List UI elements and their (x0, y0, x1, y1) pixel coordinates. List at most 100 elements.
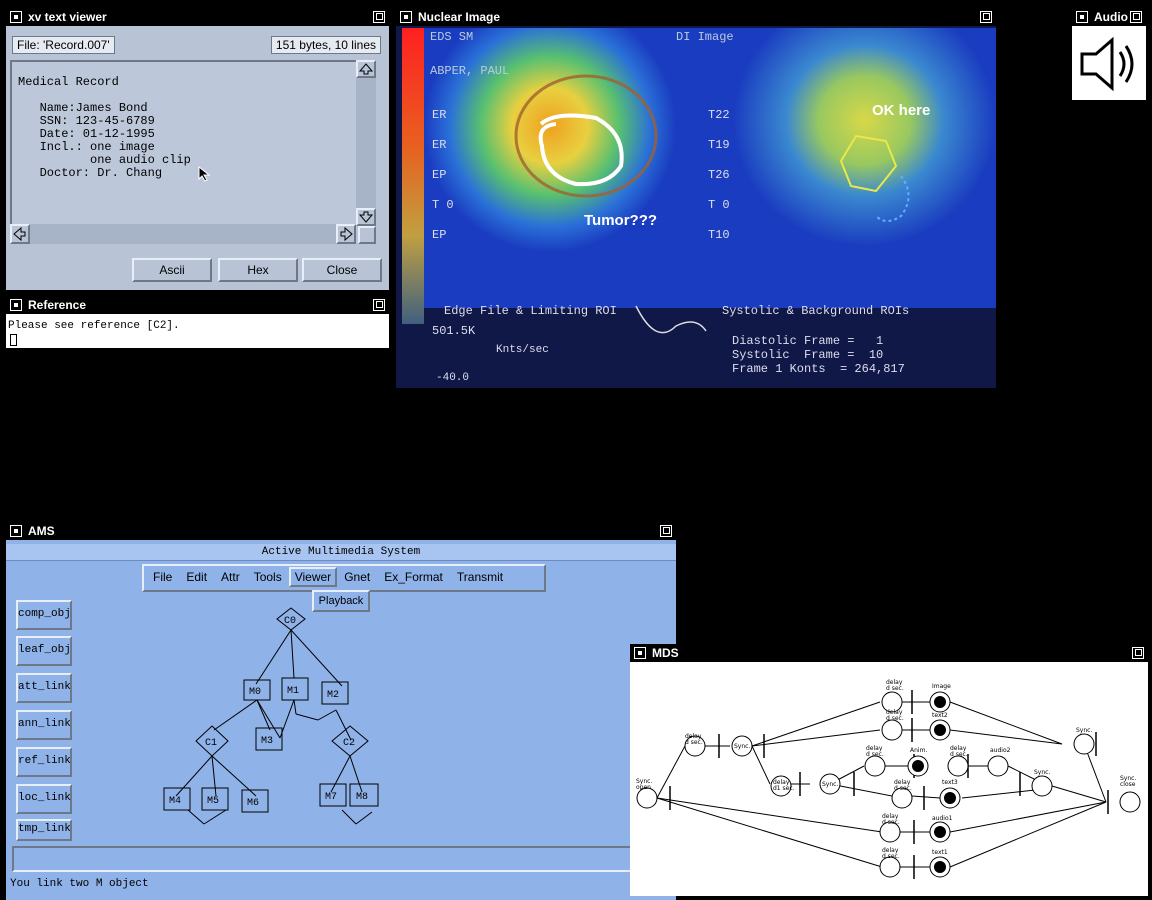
maximize-icon[interactable] (660, 525, 672, 537)
window-menu-icon[interactable] (10, 11, 22, 23)
text-line: Incl.: one image (18, 140, 155, 154)
text-viewer-titlebar[interactable]: xv text viewer (6, 8, 389, 26)
place-label: delay d sec. (882, 813, 900, 826)
ref-link-button[interactable]: ref_link (16, 747, 72, 777)
node-label: M1 (287, 686, 299, 697)
audio-window: Audio (1072, 8, 1146, 100)
leaf-obj-button[interactable]: leaf_obj (16, 636, 72, 666)
text-line: one audio clip (18, 153, 191, 167)
reference-titlebar[interactable]: Reference (6, 296, 389, 314)
ams-header: Active Multimedia System (6, 544, 676, 561)
node-label: M7 (325, 792, 337, 803)
speaker-icon[interactable] (1078, 36, 1140, 92)
loc-link-button[interactable]: loc_link (16, 784, 72, 814)
window-title: xv text viewer (28, 10, 107, 24)
scroll-left-button[interactable] (10, 224, 30, 244)
file-info-label: 151 bytes, 10 lines (270, 36, 381, 54)
vertical-scrollbar[interactable] (356, 60, 376, 226)
menu-edit[interactable]: Edit (179, 566, 214, 588)
ams-titlebar[interactable]: AMS (6, 522, 676, 540)
place-label: Sync. (1034, 769, 1050, 776)
scan-header-right: DI Image (676, 30, 734, 44)
mds-titlebar[interactable]: MDS (630, 644, 1148, 662)
place-label: audio1 (932, 815, 953, 822)
window-title: MDS (652, 646, 679, 660)
graph-canvas[interactable]: C0 M0 M1 M2 C1 M3 C2 M4 M5 M6 M7 M8 (76, 592, 636, 842)
hex-button[interactable]: Hex (218, 258, 298, 282)
file-label: File: 'Record.007' (12, 36, 115, 54)
side-label-left: EP (432, 228, 447, 242)
window-menu-icon[interactable] (634, 647, 646, 659)
nuclear-image-window: Nuclear Image Tumor??? OK here EDS SM AB… (396, 8, 996, 388)
place-label: Anim. (910, 747, 927, 754)
text-area[interactable]: Medical Record Name:James Bond SSN: 123-… (10, 60, 360, 226)
menu-gnet[interactable]: Gnet (337, 566, 377, 588)
node-label: M0 (249, 687, 261, 698)
frame-stat: Frame 1 Konts = 264,817 (732, 362, 905, 376)
comp-obj-button[interactable]: comp_obj (16, 600, 72, 630)
side-label-left: T 0 (432, 198, 454, 212)
ann-link-button[interactable]: ann_link (16, 710, 72, 740)
side-label-left: ER (432, 108, 447, 122)
menu-file[interactable]: File (146, 566, 179, 588)
scroll-down-button[interactable] (356, 208, 376, 226)
menu-ex-format[interactable]: Ex_Format (377, 566, 450, 588)
window-menu-icon[interactable] (1076, 11, 1088, 23)
audio-titlebar[interactable]: Audio (1072, 8, 1146, 26)
node-label: M5 (207, 796, 219, 807)
scroll-up-button[interactable] (356, 60, 376, 78)
text-line: SSN: 123-45-6789 (18, 114, 155, 128)
text-line: Date: 01-12-1995 (18, 127, 155, 141)
scroll-right-button[interactable] (336, 224, 356, 244)
att-link-button[interactable]: att_link (16, 673, 72, 703)
place-label: Image (932, 683, 951, 690)
command-input[interactable] (12, 846, 632, 872)
scan-header-left: EDS SM (430, 30, 474, 44)
place-label: text3 (942, 779, 958, 786)
menu-attr[interactable]: Attr (214, 566, 247, 588)
ascii-button[interactable]: Ascii (132, 258, 212, 282)
menu-tools[interactable]: Tools (247, 566, 289, 588)
maximize-icon[interactable] (373, 299, 385, 311)
graph-label: Knts/sec (496, 344, 549, 356)
nuclear-scan-image (396, 26, 996, 388)
place-label: Sync. (822, 781, 838, 788)
maximize-icon[interactable] (980, 11, 992, 23)
petri-net-diagram[interactable]: Sync. open delay d sec. Sync. delay d1 sec.… (630, 662, 1148, 896)
text-cursor (10, 334, 17, 346)
graph-bottom: -40.0 (436, 372, 470, 384)
maximize-icon[interactable] (1132, 647, 1144, 659)
place-label: delay d sec. (950, 745, 968, 758)
window-menu-icon[interactable] (10, 299, 22, 311)
window-menu-icon[interactable] (10, 525, 22, 537)
arrow-down-icon (358, 211, 374, 223)
side-label-left: ER (432, 138, 447, 152)
place-label: delay d sec. (886, 679, 904, 692)
tmp-link-button[interactable]: tmp_link (16, 819, 72, 841)
node-label: M6 (247, 798, 259, 809)
menu-transmit[interactable]: Transmit (450, 566, 510, 588)
window-menu-icon[interactable] (400, 11, 412, 23)
node-label: C1 (205, 738, 217, 749)
text-content: Medical Record Name:James Bond SSN: 123-… (12, 62, 358, 180)
window-title: Reference (28, 298, 87, 312)
window-title: Audio (1094, 10, 1128, 24)
ams-window: AMS Active Multimedia System File Edit Att… (6, 522, 676, 900)
close-button[interactable]: Close (302, 258, 382, 282)
text-line: Medical Record (18, 75, 119, 89)
place-label: Sync. open (636, 778, 652, 791)
side-label-right: T26 (708, 168, 730, 182)
maximize-icon[interactable] (1130, 11, 1142, 23)
maximize-icon[interactable] (373, 11, 385, 23)
menu-viewer[interactable]: Viewer (288, 567, 338, 587)
node-label: C2 (343, 738, 355, 749)
reference-text[interactable]: Please see reference [C2]. (8, 320, 180, 332)
place-label: Sync. close (1120, 775, 1136, 788)
node-label: M4 (169, 796, 181, 807)
text-line: Name:James Bond (18, 101, 148, 115)
horizontal-scrollbar[interactable] (10, 224, 356, 244)
place-label: audio2 (990, 747, 1011, 754)
scan-patient-name: ABPER, PAUL (430, 64, 510, 78)
nuclear-titlebar[interactable]: Nuclear Image (396, 8, 996, 26)
window-title: AMS (28, 524, 55, 538)
